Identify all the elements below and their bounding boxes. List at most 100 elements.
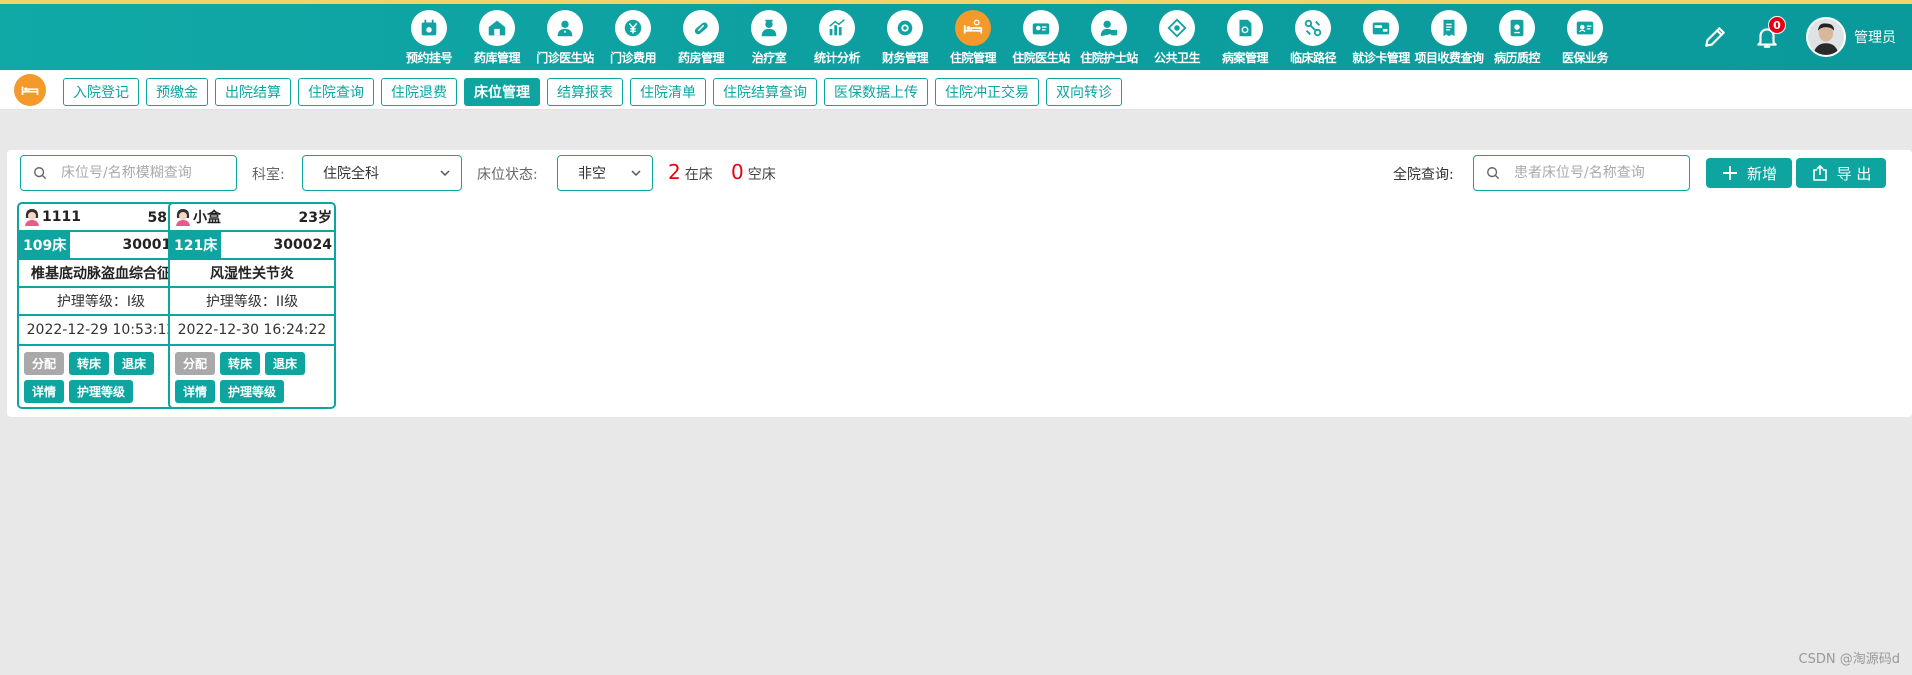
nav-item-5[interactable]: 药房管理	[667, 10, 735, 70]
card-patient-row: 小盒 23岁	[170, 204, 334, 232]
card-bed-row: 109床 300015	[19, 232, 183, 260]
tab-11[interactable]: 住院冲正交易	[935, 78, 1039, 106]
bed-card[interactable]: 1111 58岁 109床 300015 椎基底动脉盗血综合征 护理等级：I级 …	[17, 202, 185, 409]
admit-time: 2022-12-30 16:24:22	[170, 316, 334, 346]
tab-7[interactable]: 结算报表	[547, 78, 623, 106]
occupied-count: 2 在床	[668, 160, 713, 184]
notification-bell[interactable]: 0	[1754, 16, 1786, 50]
occupied-text: 在床	[684, 167, 713, 183]
nav-item-label: 公共卫生	[1153, 51, 1201, 65]
bed-status-select[interactable]: 非空	[557, 155, 653, 191]
nav-item-4[interactable]: 门诊费用	[599, 10, 667, 70]
record-icon	[1499, 10, 1535, 46]
patient-name-wrap: 小盒	[174, 207, 221, 227]
nav-item-label: 住院管理	[949, 51, 997, 65]
diamond-icon	[1159, 10, 1195, 46]
assign-button[interactable]: 分配	[175, 352, 216, 375]
patient-name: 小盒	[193, 210, 221, 226]
empty-number: 0	[731, 160, 744, 184]
nav-item-8[interactable]: 财务管理	[871, 10, 939, 70]
bed-number: 109床	[19, 232, 71, 258]
tab-12[interactable]: 双向转诊	[1046, 78, 1122, 106]
export-button[interactable]: 导 出	[1796, 158, 1886, 188]
nav-item-label: 药房管理	[677, 51, 725, 65]
calendar-icon	[411, 10, 447, 46]
bed-card[interactable]: 小盒 23岁 121床 300024 风湿性关节炎 护理等级：II级 2022-…	[168, 202, 336, 409]
tab-5[interactable]: 住院退费	[381, 78, 457, 106]
nav-item-11[interactable]: 住院护士站	[1075, 10, 1143, 70]
card-bed-row: 121床 300024	[170, 232, 334, 260]
nav-item-3[interactable]: 门诊医生站	[531, 10, 599, 70]
add-button-label: 新增	[1746, 164, 1777, 183]
tab-8[interactable]: 住院清单	[630, 78, 706, 106]
nav-item-12[interactable]: 公共卫生	[1143, 10, 1211, 70]
nav-item-17[interactable]: 病历质控	[1483, 10, 1551, 70]
global-search-input[interactable]	[1514, 165, 1684, 181]
tab-3[interactable]: 出院结算	[215, 78, 291, 106]
nursing-level-button[interactable]: 护理等级	[69, 380, 134, 403]
female-patient-icon	[176, 209, 190, 226]
nav-item-10[interactable]: 住院医生站	[1007, 10, 1075, 70]
transfer-bed-button[interactable]: 转床	[69, 352, 110, 375]
nav-item-1[interactable]: 预约挂号	[395, 10, 463, 70]
function-tabs: 入院登记 预缴金 出院结算 住院查询 住院退费 床位管理 结算报表 住院清单 住院结算查询 医保数…	[63, 78, 1129, 106]
yuan-icon	[615, 10, 651, 46]
watermark: CSDN @淘源码d	[1798, 652, 1900, 667]
warehouse-icon	[479, 10, 515, 46]
chevron-down-icon	[631, 170, 641, 177]
assign-button[interactable]: 分配	[24, 352, 65, 375]
global-search-label: 全院查询:	[1393, 167, 1454, 183]
gear-money-icon	[887, 10, 923, 46]
pill-icon	[683, 10, 719, 46]
nav-item-6[interactable]: 治疗室	[735, 10, 803, 70]
nav-item-2[interactable]: 药库管理	[463, 10, 531, 70]
nav-item-7[interactable]: 统计分析	[803, 10, 871, 70]
pencil-icon[interactable]	[1702, 24, 1728, 50]
card-actions: 分配 转床 退床 详情 护理等级	[170, 346, 334, 405]
transfer-bed-button[interactable]: 转床	[220, 352, 261, 375]
nav-item-15[interactable]: 就诊卡管理	[1347, 10, 1415, 70]
nav-item-label: 医保业务	[1561, 51, 1609, 65]
chevron-down-icon	[440, 170, 450, 177]
avatar[interactable]	[1806, 17, 1846, 57]
nav-item-13[interactable]: 病案管理	[1211, 10, 1279, 70]
tab-4[interactable]: 住院查询	[298, 78, 374, 106]
discharge-bed-button[interactable]: 退床	[265, 352, 306, 375]
detail-button[interactable]: 详情	[175, 380, 216, 403]
filter-bar: 科室: 住院全科 床位状态: 非空 2 在床 0 空床 全院查询: 新增	[7, 155, 1912, 191]
sub-navigation: 入院登记 预缴金 出院结算 住院查询 住院退费 床位管理 结算报表 住院清单 住院结算查询 医保数…	[0, 70, 1912, 110]
insurance-icon	[1567, 10, 1603, 46]
user-avatar-icon	[1808, 19, 1844, 55]
tab-6[interactable]: 床位管理	[464, 78, 540, 106]
nav-item-label: 临床路径	[1289, 51, 1337, 65]
username[interactable]: 管理员	[1854, 27, 1896, 47]
nav-item-label: 治疗室	[751, 51, 787, 65]
discharge-bed-button[interactable]: 退床	[114, 352, 155, 375]
nav-item-label: 门诊医生站	[536, 51, 594, 65]
tab-1[interactable]: 入院登记	[63, 78, 139, 106]
department-select[interactable]: 住院全科	[302, 155, 462, 191]
bed-search-box[interactable]	[20, 155, 237, 191]
module-menu: 预约挂号 药库管理 门诊医生站 门诊费用 药房管理 治疗室 统计分析 财务管理 …	[395, 10, 1619, 70]
tab-9[interactable]: 住院结算查询	[713, 78, 817, 106]
nav-item-18[interactable]: 医保业务	[1551, 10, 1619, 70]
add-button[interactable]: 新增	[1706, 158, 1792, 188]
nursing-level-button[interactable]: 护理等级	[220, 380, 285, 403]
top-navigation: 预约挂号 药库管理 门诊医生站 门诊费用 药房管理 治疗室 统计分析 财务管理 …	[0, 0, 1912, 70]
nav-item-14[interactable]: 临床路径	[1279, 10, 1347, 70]
nav-item-label: 病案管理	[1221, 51, 1269, 65]
nav-item-label: 病历质控	[1493, 51, 1541, 65]
bed-home-icon[interactable]	[14, 74, 46, 106]
bed-search-input[interactable]	[61, 165, 231, 181]
tab-2[interactable]: 预缴金	[146, 78, 208, 106]
file-icon	[1227, 10, 1263, 46]
bed-icon	[955, 10, 991, 46]
detail-button[interactable]: 详情	[24, 380, 65, 403]
global-search-box[interactable]	[1473, 155, 1690, 191]
tab-10[interactable]: 医保数据上传	[824, 78, 928, 106]
nurse-icon	[751, 10, 787, 46]
nav-item-9[interactable]: 住院管理	[939, 10, 1007, 70]
nav-item-16[interactable]: 项目收费查询	[1415, 10, 1484, 70]
nav-item-label: 住院护士站	[1080, 51, 1138, 65]
patient-age: 23岁	[298, 210, 332, 226]
